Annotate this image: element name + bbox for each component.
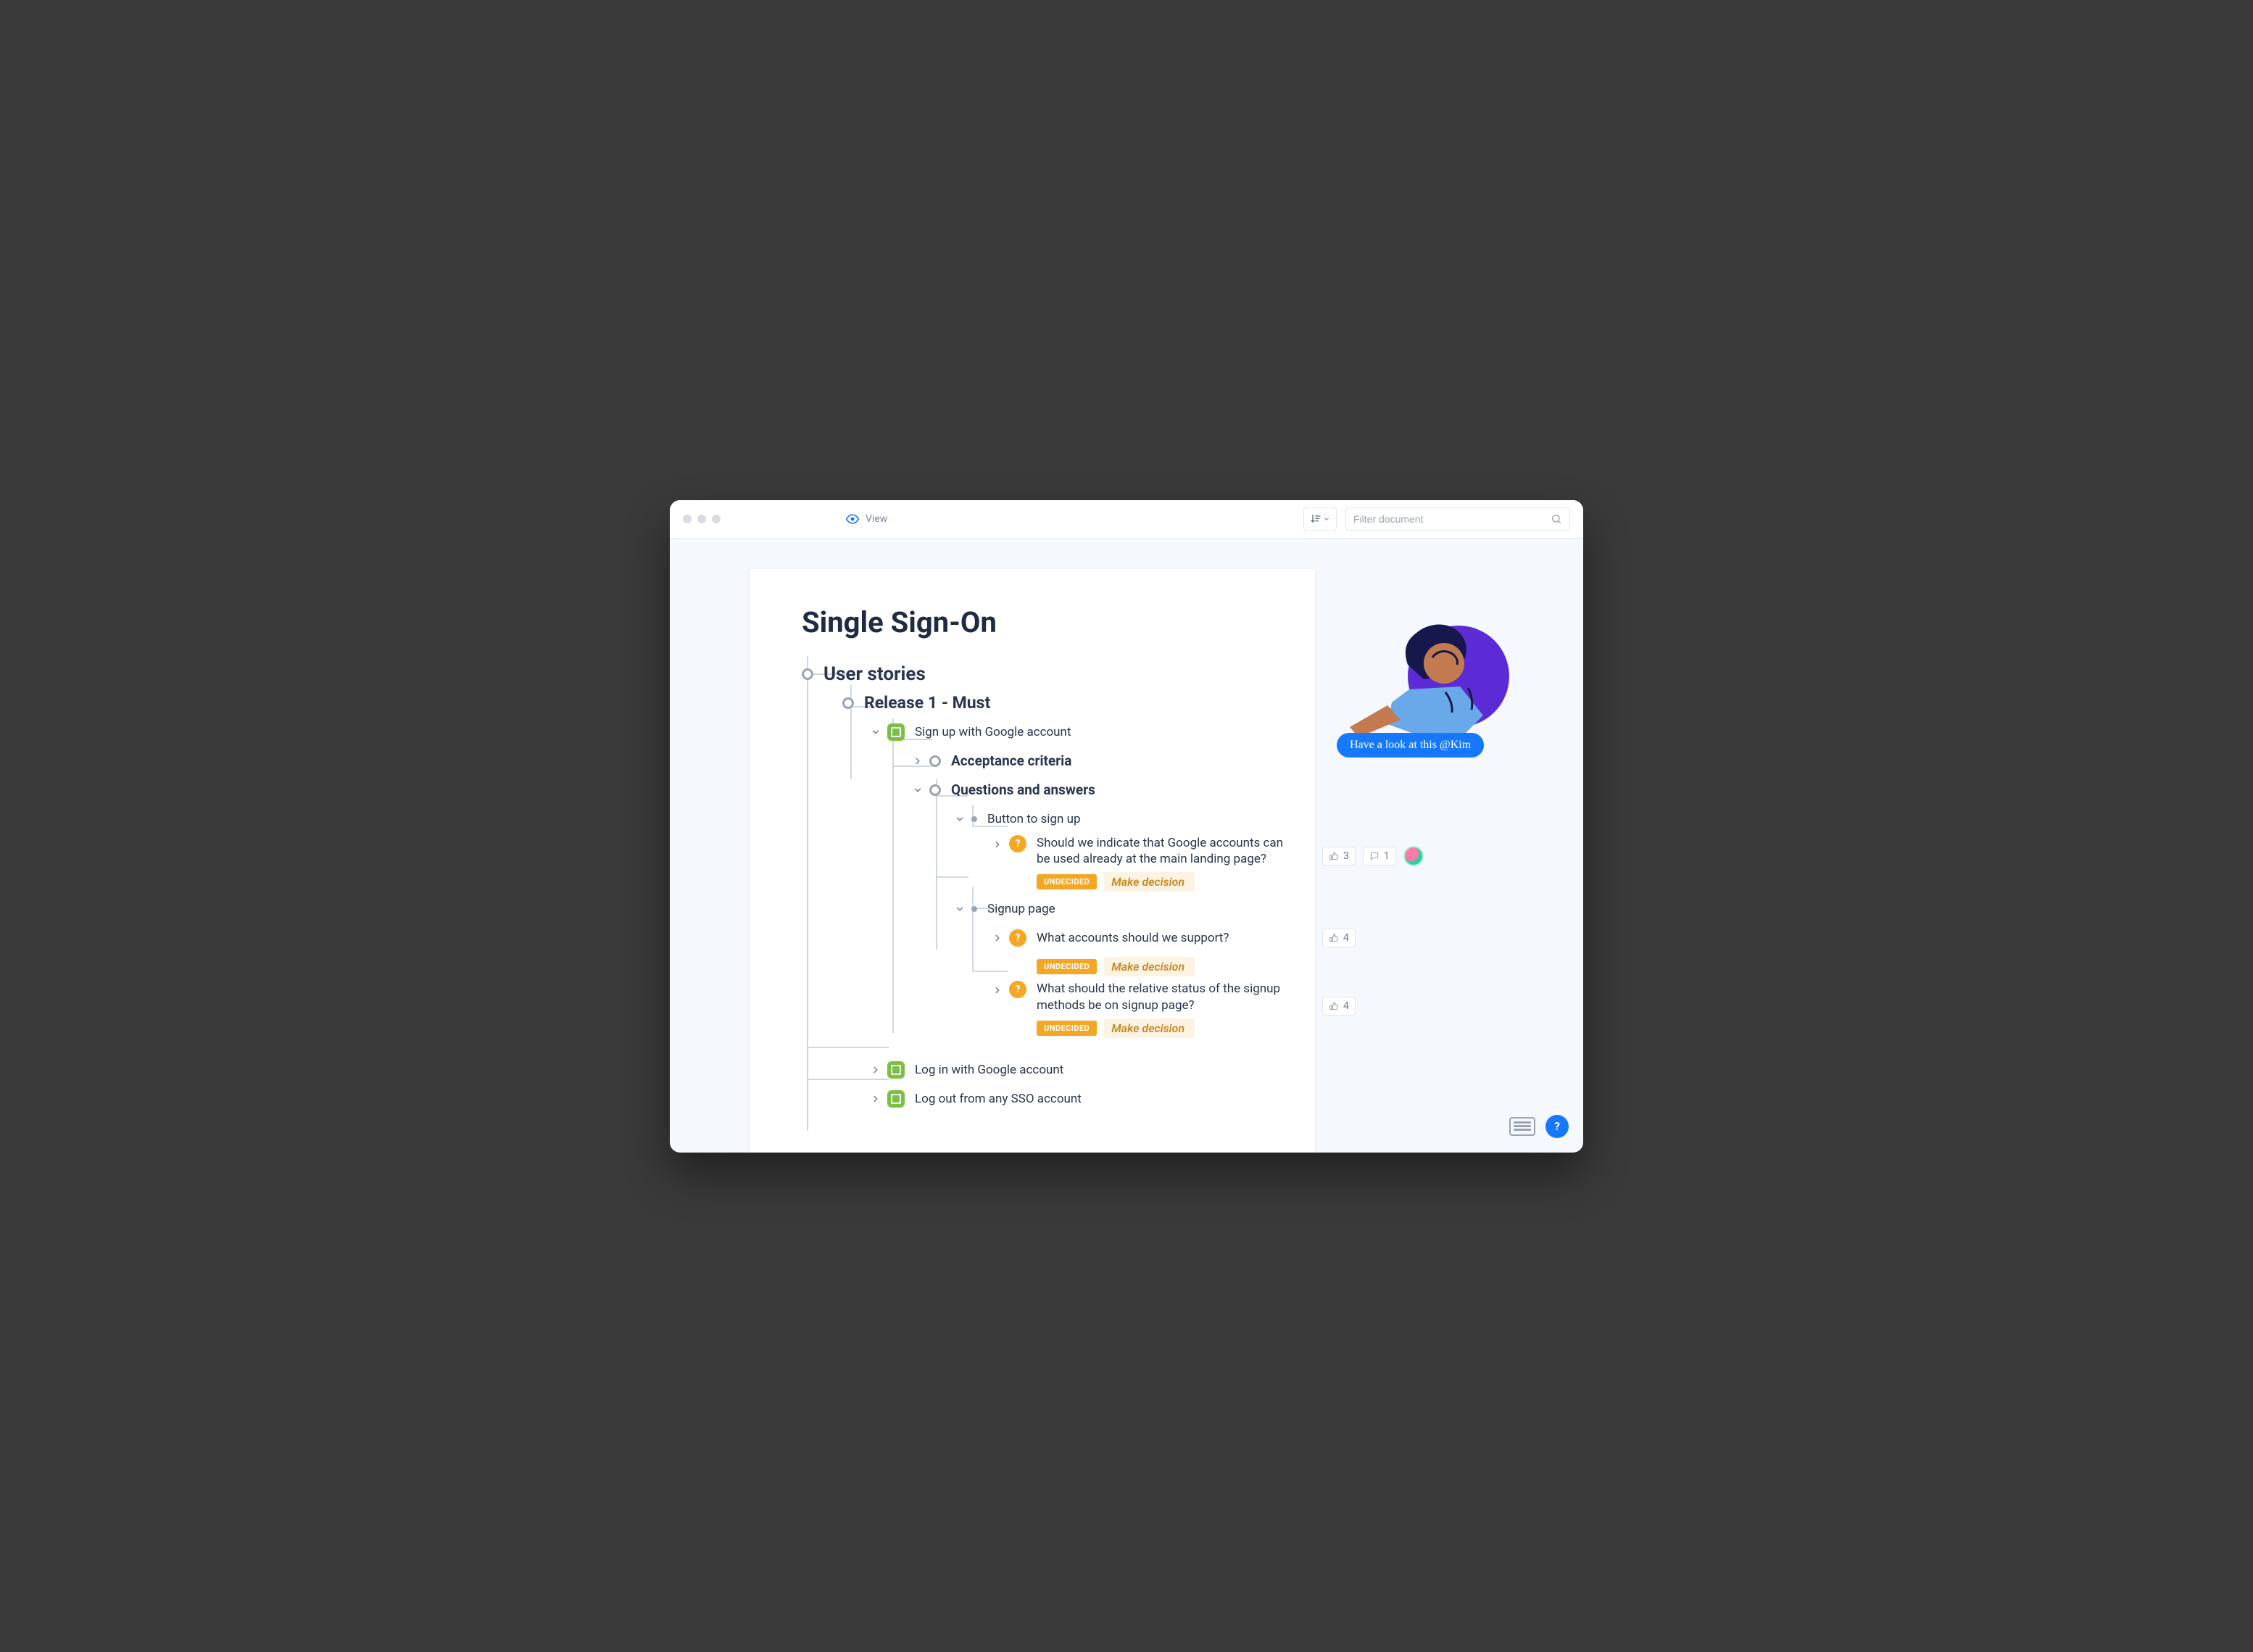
row-acceptance-criteria[interactable]: Acceptance criteria: [802, 747, 1286, 776]
search-icon: [1551, 513, 1562, 525]
story-icon: [887, 1061, 905, 1079]
acceptance-criteria-label: Acceptance criteria: [951, 752, 1071, 769]
thumbs-count: 4: [1343, 1000, 1349, 1012]
bullet-icon: [842, 697, 854, 709]
bullet-icon: [929, 755, 941, 767]
row-login-google[interactable]: Log in with Google account: [802, 1055, 1286, 1084]
chevron-down-icon[interactable]: [953, 902, 967, 916]
traffic-light-max[interactable]: [712, 515, 721, 523]
chevron-down-icon: [1323, 515, 1330, 523]
thumbs-chip[interactable]: 4: [1322, 997, 1356, 1016]
chevron-right-icon[interactable]: [990, 837, 1005, 852]
signup-page-q1-text: What accounts should we support?: [1037, 931, 1229, 945]
comment-icon: [1369, 851, 1379, 861]
chevron-right-icon[interactable]: [990, 931, 1005, 945]
reactions-sp-q1: 4: [1322, 920, 1356, 947]
view-mode-button[interactable]: View: [845, 512, 887, 526]
bullet-icon: [929, 784, 941, 796]
reactions-sp-q2: 4: [1322, 988, 1356, 1016]
logout-sso-label: Log out from any SSO account: [915, 1092, 1082, 1106]
row-user-stories[interactable]: User stories: [802, 660, 1286, 689]
thumbs-chip[interactable]: 4: [1322, 929, 1356, 947]
traffic-light-min[interactable]: [697, 515, 706, 523]
view-mode-label: View: [866, 513, 887, 525]
bullet-icon: [802, 668, 813, 680]
toolbar: View: [670, 500, 1583, 539]
eye-icon: [845, 512, 860, 526]
persona-svg: [1337, 620, 1525, 743]
row-signup-google[interactable]: Sign up with Google account: [802, 718, 1286, 747]
user-stories-label: User stories: [823, 663, 926, 685]
row-release-1[interactable]: Release 1 - Must: [802, 689, 1286, 718]
undecided-badge: UNDECIDED: [1037, 959, 1097, 974]
question-icon: ?: [1009, 929, 1026, 947]
dot-icon: [971, 906, 977, 912]
row-signup-page-q2[interactable]: ? What should the relative status of the…: [802, 981, 1286, 1014]
thumbs-chip[interactable]: 3: [1322, 847, 1356, 866]
signup-page-label: Signup page: [987, 902, 1055, 916]
row-signup-page[interactable]: Signup page: [802, 895, 1286, 923]
row-signup-page-q1[interactable]: ? What accounts should we support?: [802, 923, 1286, 952]
login-google-label: Log in with Google account: [915, 1063, 1063, 1077]
app-window: View: [670, 500, 1583, 1153]
chevron-down-icon[interactable]: [910, 783, 925, 797]
side-column: Have a look at this @Kim 3 1: [1322, 620, 1554, 757]
decision-row-sp-q1: UNDECIDED Make decision: [802, 957, 1286, 976]
help-button[interactable]: ?: [1545, 1115, 1569, 1138]
comments-count: 1: [1384, 850, 1390, 862]
make-decision-button[interactable]: Make decision: [1104, 872, 1195, 892]
avatar[interactable]: [1403, 846, 1424, 866]
question-icon: ?: [1009, 835, 1026, 852]
utility-tray: ?: [1509, 1115, 1569, 1138]
row-qa[interactable]: Questions and answers: [802, 776, 1286, 805]
thumbs-icon: [1329, 933, 1339, 943]
question-1-text: Should we indicate that Google accounts …: [1037, 835, 1286, 868]
mention-bubble: Have a look at this @Kim: [1337, 733, 1484, 757]
window-controls: [683, 515, 721, 523]
decision-row-q1: UNDECIDED Make decision: [802, 872, 1286, 892]
page-title: Single Sign-On: [802, 605, 1286, 639]
document: Single Sign-On User stories Release 1 - …: [750, 569, 1315, 1153]
chevron-right-icon[interactable]: [990, 983, 1005, 997]
thumbs-count: 4: [1343, 932, 1349, 944]
row-logout-sso[interactable]: Log out from any SSO account: [802, 1084, 1286, 1113]
chevron-right-icon[interactable]: [910, 754, 925, 768]
chevron-right-icon[interactable]: [868, 1063, 883, 1077]
thumbs-icon: [1329, 1001, 1339, 1011]
keyboard-shortcuts-button[interactable]: [1509, 1117, 1535, 1136]
comments-chip[interactable]: 1: [1363, 847, 1396, 866]
story-icon: [887, 1090, 905, 1108]
body: Single Sign-On User stories Release 1 - …: [670, 539, 1583, 1153]
undecided-badge: UNDECIDED: [1037, 874, 1097, 889]
persona-illustration: Have a look at this @Kim: [1337, 620, 1525, 757]
question-mark-icon: ?: [1554, 1119, 1560, 1133]
signup-google-label: Sign up with Google account: [915, 725, 1071, 739]
decision-row-sp-q2: UNDECIDED Make decision: [802, 1018, 1286, 1038]
sort-button[interactable]: [1303, 507, 1337, 531]
thumbs-icon: [1329, 851, 1339, 861]
make-decision-button[interactable]: Make decision: [1104, 957, 1195, 976]
sort-icon: [1310, 513, 1321, 525]
make-decision-button[interactable]: Make decision: [1104, 1018, 1195, 1038]
undecided-badge: UNDECIDED: [1037, 1021, 1097, 1036]
dot-icon: [971, 816, 977, 822]
chevron-down-icon[interactable]: [868, 725, 883, 739]
filter-field-wrap: [1345, 507, 1570, 531]
chevron-down-icon[interactable]: [953, 812, 967, 826]
release-1-label: Release 1 - Must: [864, 693, 990, 713]
filter-input[interactable]: [1353, 513, 1551, 525]
signup-page-q2-text: What should the relative status of the s…: [1037, 981, 1286, 1014]
button-signup-label: Button to sign up: [987, 812, 1081, 826]
story-icon: [887, 723, 905, 741]
row-question-1[interactable]: ? Should we indicate that Google account…: [802, 835, 1286, 868]
chevron-right-icon[interactable]: [868, 1092, 883, 1106]
traffic-light-close[interactable]: [683, 515, 692, 523]
qa-label: Questions and answers: [951, 781, 1095, 798]
question-icon: ?: [1009, 981, 1026, 998]
row-button-signup[interactable]: Button to sign up: [802, 805, 1286, 834]
thumbs-count: 3: [1343, 850, 1349, 862]
reactions-q1: 3 1: [1322, 837, 1424, 866]
